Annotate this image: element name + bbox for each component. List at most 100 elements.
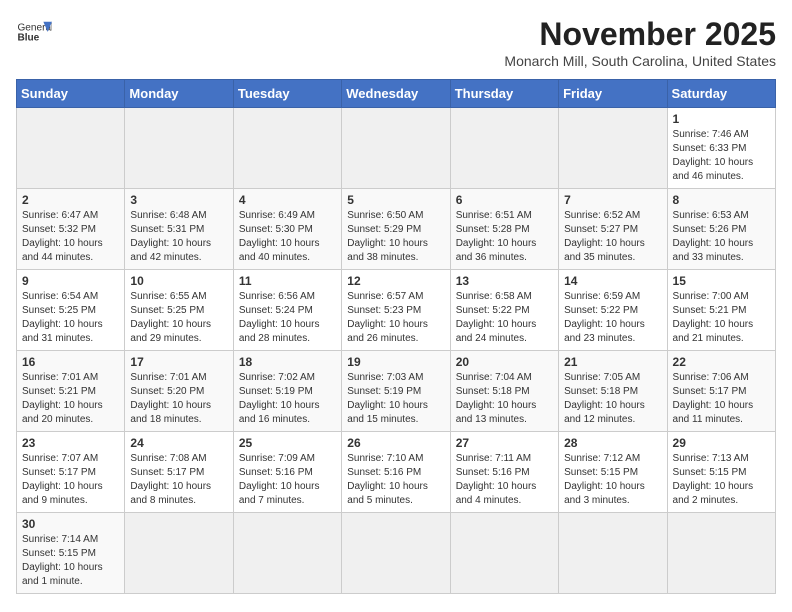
day-number: 21 <box>564 355 661 369</box>
weekday-header-monday: Monday <box>125 80 233 108</box>
day-number: 25 <box>239 436 336 450</box>
calendar-cell: 10 Sunrise: 6:55 AM Sunset: 5:25 PM Dayli… <box>125 270 233 351</box>
calendar-cell <box>342 108 450 189</box>
calendar-cell: 19 Sunrise: 7:03 AM Sunset: 5:19 PM Dayli… <box>342 351 450 432</box>
day-info: Sunrise: 7:01 AM Sunset: 5:20 PM Dayligh… <box>130 371 227 427</box>
day-number: 23 <box>22 436 119 450</box>
day-info: Sunrise: 7:13 AM Sunset: 5:15 PM Dayligh… <box>673 452 770 508</box>
day-info: Sunrise: 7:05 AM Sunset: 5:18 PM Dayligh… <box>564 371 661 427</box>
week-row-2: 2 Sunrise: 6:47 AM Sunset: 5:32 PM Daylig… <box>17 189 776 270</box>
day-info: Sunrise: 6:59 AM Sunset: 5:22 PM Dayligh… <box>564 290 661 346</box>
day-number: 30 <box>22 517 119 531</box>
calendar-cell <box>17 108 125 189</box>
day-info: Sunrise: 6:47 AM Sunset: 5:32 PM Dayligh… <box>22 209 119 265</box>
day-number: 14 <box>564 274 661 288</box>
day-number: 27 <box>456 436 553 450</box>
logo-icon: General Blue <box>16 16 52 52</box>
day-info: Sunrise: 6:55 AM Sunset: 5:25 PM Dayligh… <box>130 290 227 346</box>
calendar-cell <box>667 513 775 594</box>
day-number: 19 <box>347 355 444 369</box>
day-info: Sunrise: 6:52 AM Sunset: 5:27 PM Dayligh… <box>564 209 661 265</box>
calendar-cell <box>559 108 667 189</box>
calendar-cell: 18Sunrise: 7:02 AM Sunset: 5:19 PM Dayli… <box>233 351 341 432</box>
day-number: 28 <box>564 436 661 450</box>
week-row-6: 30 Sunrise: 7:14 AM Sunset: 5:15 PM Dayli… <box>17 513 776 594</box>
calendar-cell: 13Sunrise: 6:58 AM Sunset: 5:22 PM Dayli… <box>450 270 558 351</box>
day-info: Sunrise: 6:48 AM Sunset: 5:31 PM Dayligh… <box>130 209 227 265</box>
calendar-cell <box>233 513 341 594</box>
calendar-cell: 30 Sunrise: 7:14 AM Sunset: 5:15 PM Dayli… <box>17 513 125 594</box>
day-number: 22 <box>673 355 770 369</box>
day-info: Sunrise: 7:10 AM Sunset: 5:16 PM Dayligh… <box>347 452 444 508</box>
day-info: Sunrise: 7:08 AM Sunset: 5:17 PM Dayligh… <box>130 452 227 508</box>
day-number: 11 <box>239 274 336 288</box>
calendar-cell: 15 Sunrise: 7:00 AM Sunset: 5:21 PM Dayli… <box>667 270 775 351</box>
calendar-cell: 5Sunrise: 6:50 AM Sunset: 5:29 PM Daylig… <box>342 189 450 270</box>
day-info: Sunrise: 7:00 AM Sunset: 5:21 PM Dayligh… <box>673 290 770 346</box>
calendar-cell: 22 Sunrise: 7:06 AM Sunset: 5:17 PM Dayli… <box>667 351 775 432</box>
day-number: 5 <box>347 193 444 207</box>
calendar-cell: 26Sunrise: 7:10 AM Sunset: 5:16 PM Dayli… <box>342 432 450 513</box>
week-row-1: 1 Sunrise: 7:46 AM Sunset: 6:33 PM Daylig… <box>17 108 776 189</box>
header: General Blue November 2025 Monarch Mill,… <box>16 16 776 69</box>
day-info: Sunrise: 7:14 AM Sunset: 5:15 PM Dayligh… <box>22 533 119 589</box>
weekday-header-saturday: Saturday <box>667 80 775 108</box>
calendar-cell: 27 Sunrise: 7:11 AM Sunset: 5:16 PM Dayli… <box>450 432 558 513</box>
location-subtitle: Monarch Mill, South Carolina, United Sta… <box>504 53 776 69</box>
calendar-cell: 1 Sunrise: 7:46 AM Sunset: 6:33 PM Daylig… <box>667 108 775 189</box>
day-number: 24 <box>130 436 227 450</box>
day-number: 15 <box>673 274 770 288</box>
day-info: Sunrise: 6:51 AM Sunset: 5:28 PM Dayligh… <box>456 209 553 265</box>
day-info: Sunrise: 6:54 AM Sunset: 5:25 PM Dayligh… <box>22 290 119 346</box>
title-area: November 2025 Monarch Mill, South Caroli… <box>504 16 776 69</box>
week-row-4: 16 Sunrise: 7:01 AM Sunset: 5:21 PM Dayli… <box>17 351 776 432</box>
day-info: Sunrise: 6:57 AM Sunset: 5:23 PM Dayligh… <box>347 290 444 346</box>
day-number: 7 <box>564 193 661 207</box>
weekday-header-wednesday: Wednesday <box>342 80 450 108</box>
calendar-cell: 25Sunrise: 7:09 AM Sunset: 5:16 PM Dayli… <box>233 432 341 513</box>
day-number: 17 <box>130 355 227 369</box>
day-number: 6 <box>456 193 553 207</box>
day-info: Sunrise: 7:46 AM Sunset: 6:33 PM Dayligh… <box>673 128 770 184</box>
calendar-cell: 2 Sunrise: 6:47 AM Sunset: 5:32 PM Daylig… <box>17 189 125 270</box>
day-number: 2 <box>22 193 119 207</box>
calendar-cell <box>450 108 558 189</box>
day-info: Sunrise: 6:56 AM Sunset: 5:24 PM Dayligh… <box>239 290 336 346</box>
calendar-cell <box>450 513 558 594</box>
calendar-cell <box>233 108 341 189</box>
calendar-cell: 24 Sunrise: 7:08 AM Sunset: 5:17 PM Dayli… <box>125 432 233 513</box>
calendar-cell: 29 Sunrise: 7:13 AM Sunset: 5:15 PM Dayli… <box>667 432 775 513</box>
calendar-cell: 3 Sunrise: 6:48 AM Sunset: 5:31 PM Daylig… <box>125 189 233 270</box>
calendar-cell: 7 Sunrise: 6:52 AM Sunset: 5:27 PM Daylig… <box>559 189 667 270</box>
day-number: 16 <box>22 355 119 369</box>
day-info: Sunrise: 7:03 AM Sunset: 5:19 PM Dayligh… <box>347 371 444 427</box>
day-number: 8 <box>673 193 770 207</box>
calendar-cell: 12 Sunrise: 6:57 AM Sunset: 5:23 PM Dayli… <box>342 270 450 351</box>
day-number: 10 <box>130 274 227 288</box>
calendar-cell: 11 Sunrise: 6:56 AM Sunset: 5:24 PM Dayli… <box>233 270 341 351</box>
day-info: Sunrise: 7:06 AM Sunset: 5:17 PM Dayligh… <box>673 371 770 427</box>
calendar-cell: 6 Sunrise: 6:51 AM Sunset: 5:28 PM Daylig… <box>450 189 558 270</box>
weekday-header-row: SundayMondayTuesdayWednesdayThursdayFrid… <box>17 80 776 108</box>
day-number: 13 <box>456 274 553 288</box>
weekday-header-thursday: Thursday <box>450 80 558 108</box>
day-info: Sunrise: 7:02 AM Sunset: 5:19 PM Dayligh… <box>239 371 336 427</box>
day-number: 12 <box>347 274 444 288</box>
calendar-cell: 14 Sunrise: 6:59 AM Sunset: 5:22 PM Dayli… <box>559 270 667 351</box>
day-number: 3 <box>130 193 227 207</box>
day-number: 1 <box>673 112 770 126</box>
calendar-table: SundayMondayTuesdayWednesdayThursdayFrid… <box>16 79 776 594</box>
svg-text:Blue: Blue <box>17 32 39 43</box>
weekday-header-friday: Friday <box>559 80 667 108</box>
day-info: Sunrise: 7:01 AM Sunset: 5:21 PM Dayligh… <box>22 371 119 427</box>
day-info: Sunrise: 7:11 AM Sunset: 5:16 PM Dayligh… <box>456 452 553 508</box>
calendar-cell <box>125 513 233 594</box>
week-row-5: 23Sunrise: 7:07 AM Sunset: 5:17 PM Dayli… <box>17 432 776 513</box>
calendar-cell: 28Sunrise: 7:12 AM Sunset: 5:15 PM Dayli… <box>559 432 667 513</box>
weekday-header-sunday: Sunday <box>17 80 125 108</box>
calendar-cell <box>342 513 450 594</box>
calendar-cell: 21 Sunrise: 7:05 AM Sunset: 5:18 PM Dayli… <box>559 351 667 432</box>
day-number: 29 <box>673 436 770 450</box>
calendar-cell: 9Sunrise: 6:54 AM Sunset: 5:25 PM Daylig… <box>17 270 125 351</box>
week-row-3: 9Sunrise: 6:54 AM Sunset: 5:25 PM Daylig… <box>17 270 776 351</box>
